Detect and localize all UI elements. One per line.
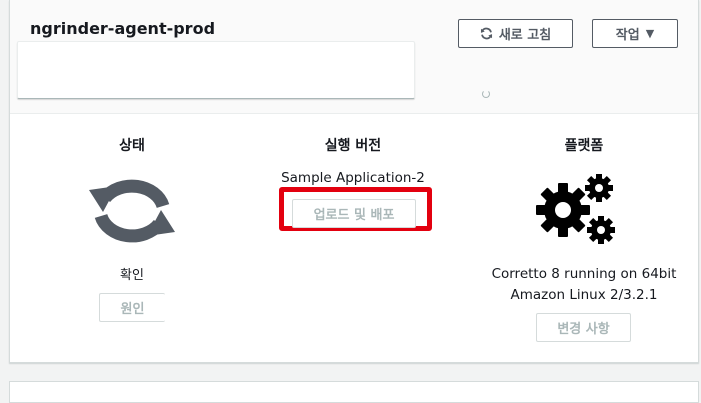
platform-description: Corretto 8 running on 64bit Amazon Linux… bbox=[470, 264, 698, 306]
environment-name: ngrinder-agent-prod bbox=[30, 19, 216, 38]
refresh-button-label: 새로 고침 bbox=[498, 28, 552, 43]
change-platform-button[interactable]: 변경 사항 bbox=[536, 313, 631, 342]
environment-description-box bbox=[17, 41, 415, 99]
upload-and-deploy-button[interactable]: 업로드 및 배포 bbox=[292, 199, 416, 228]
version-label: Sample Application-2 bbox=[281, 170, 425, 186]
next-panel bbox=[9, 381, 699, 403]
environment-header: ngrinder-agent-prod 새로 고침 작업 ▼ bbox=[10, 0, 698, 114]
platform-line-2: Amazon Linux 2/3.2.1 bbox=[510, 287, 658, 303]
causes-button[interactable]: 원인 bbox=[99, 293, 165, 322]
platform-line-1: Corretto 8 running on 64bit bbox=[491, 266, 677, 282]
platform-section: 플랫폼 Corretto 8 running on 64bit Amazon L… bbox=[470, 114, 698, 361]
refresh-button[interactable]: 새로 고침 bbox=[458, 19, 573, 48]
running-version-section: 실행 버전 Sample Application-2 업로드 및 배포 bbox=[236, 114, 470, 361]
refresh-icon bbox=[480, 27, 492, 40]
actions-dropdown-button[interactable]: 작업 ▼ bbox=[592, 19, 678, 48]
status-section: 상태 확인 원인 bbox=[37, 114, 227, 361]
loading-spinner-icon bbox=[482, 90, 490, 98]
status-title: 상태 bbox=[119, 138, 145, 154]
caret-down-icon: ▼ bbox=[645, 27, 655, 40]
platform-title: 플랫폼 bbox=[564, 138, 604, 154]
status-value: 확인 bbox=[120, 268, 144, 283]
running-version-title: 실행 버전 bbox=[324, 138, 382, 154]
gears-icon bbox=[536, 174, 615, 244]
actions-button-label: 작업 bbox=[615, 28, 640, 43]
status-refresh-icon bbox=[89, 179, 175, 243]
environment-card: ngrinder-agent-prod 새로 고침 작업 ▼ 상태 확인 원인 bbox=[9, 0, 699, 363]
